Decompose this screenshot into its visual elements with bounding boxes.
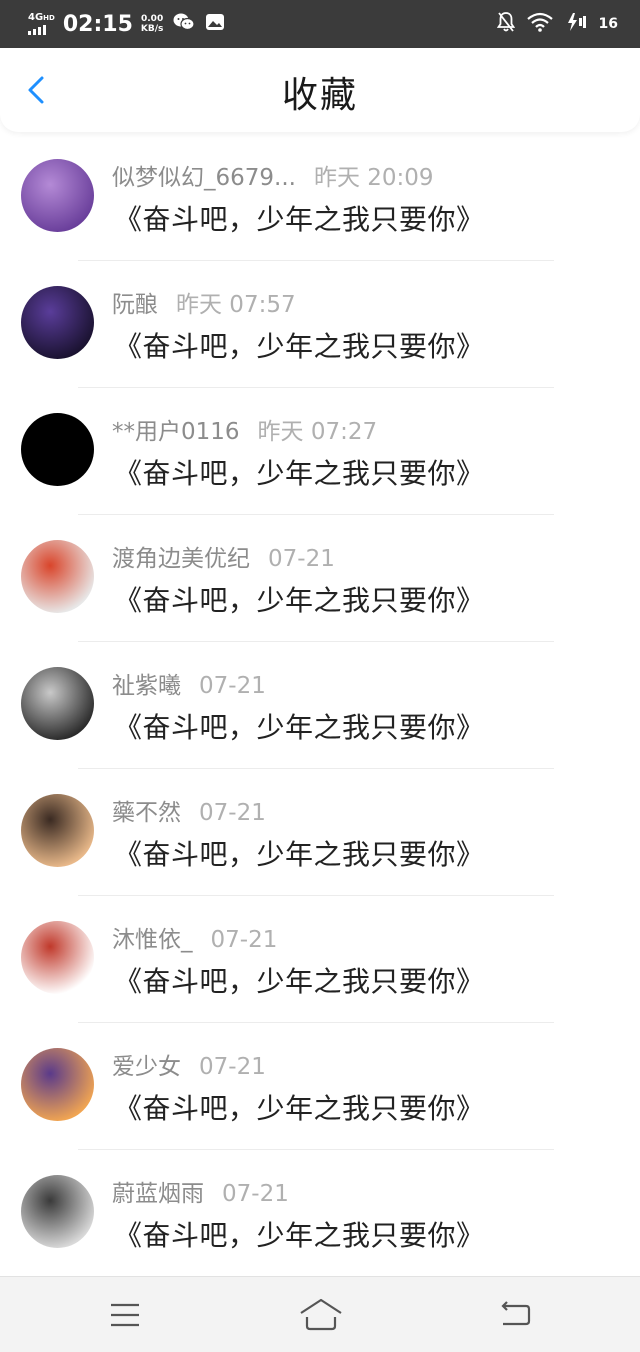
timestamp: 昨天 20:09 <box>313 165 434 191</box>
favorite-item[interactable]: 藥不然 07-21 《奋斗吧，少年之我只要你》 <box>0 769 640 896</box>
menu-icon <box>111 1303 139 1327</box>
back-icon <box>501 1301 531 1326</box>
clock: 02:15 <box>62 11 133 37</box>
page-title: 收藏 <box>281 75 358 116</box>
favorite-item[interactable]: 似梦似幻_6679... 昨天 20:09 《奋斗吧，少年之我只要你》 <box>0 134 640 261</box>
item-meta: 渡角边美优纪 07-21 <box>112 539 335 573</box>
gallery-icon <box>205 12 225 36</box>
username[interactable]: 阮酿 <box>112 292 158 318</box>
battery-level: 16 <box>598 16 618 32</box>
item-meta: 阮酿 昨天 07:57 <box>112 285 296 319</box>
avatar[interactable] <box>21 413 94 486</box>
favorite-content[interactable]: 《奋斗吧，少年之我只要你》 <box>114 833 485 873</box>
item-meta: 爱少女 07-21 <box>112 1047 266 1081</box>
signal-icon <box>28 25 46 35</box>
username[interactable]: 藥不然 <box>112 800 181 826</box>
timestamp: 07-21 <box>222 1181 289 1207</box>
favorite-item[interactable]: 渡角边美优纪 07-21 《奋斗吧，少年之我只要你》 <box>0 515 640 642</box>
username[interactable]: 似梦似幻_6679... <box>112 165 296 191</box>
favorite-content[interactable]: 《奋斗吧，少年之我只要你》 <box>114 579 485 619</box>
wifi-icon <box>526 12 553 36</box>
timestamp: 07-21 <box>199 800 266 826</box>
avatar[interactable] <box>21 540 94 613</box>
item-meta: 祉紫曦 07-21 <box>112 666 266 700</box>
avatar[interactable] <box>21 667 94 740</box>
system-nav-bar <box>0 1276 640 1352</box>
back-nav-button[interactable] <box>495 1297 535 1333</box>
favorite-item[interactable]: 爱少女 07-21 《奋斗吧，少年之我只要你》 <box>0 1023 640 1150</box>
favorite-content[interactable]: 《奋斗吧，少年之我只要你》 <box>114 198 485 238</box>
favorite-item[interactable]: 蔚蓝烟雨 07-21 《奋斗吧，少年之我只要你》 <box>0 1150 640 1277</box>
network-speed: 0.00 KB/s <box>140 14 164 34</box>
favorite-content[interactable]: 《奋斗吧，少年之我只要你》 <box>114 1214 485 1254</box>
username[interactable]: 祉紫曦 <box>112 673 181 699</box>
item-meta: **用户0116 昨天 07:27 <box>112 412 377 446</box>
signal-indicator: 4GHD <box>28 13 55 35</box>
favorite-content[interactable]: 《奋斗吧，少年之我只要你》 <box>114 1087 485 1127</box>
favorite-item[interactable]: 沐惟依_ 07-21 《奋斗吧，少年之我只要你》 <box>0 896 640 1023</box>
username[interactable]: **用户0116 <box>112 419 240 445</box>
favorite-content[interactable]: 《奋斗吧，少年之我只要你》 <box>114 960 485 1000</box>
wechat-icon <box>173 12 195 36</box>
timestamp: 昨天 07:57 <box>176 292 296 318</box>
timestamp: 07-21 <box>199 673 266 699</box>
username[interactable]: 渡角边美优纪 <box>112 546 250 572</box>
avatar[interactable] <box>21 921 94 994</box>
timestamp: 07-21 <box>210 927 278 953</box>
favorite-item[interactable]: 阮酿 昨天 07:57 《奋斗吧，少年之我只要你》 <box>0 261 640 388</box>
home-icon <box>300 1298 342 1331</box>
favorite-item[interactable]: 祉紫曦 07-21 《奋斗吧，少年之我只要你》 <box>0 642 640 769</box>
avatar[interactable] <box>21 1175 94 1248</box>
favorite-content[interactable]: 《奋斗吧，少年之我只要你》 <box>114 706 485 746</box>
status-bar: 4GHD 02:15 0.00 KB/s 16 <box>0 0 640 48</box>
notification-off-icon <box>496 11 515 37</box>
favorite-item[interactable]: **用户0116 昨天 07:27 《奋斗吧，少年之我只要你》 <box>0 388 640 515</box>
avatar[interactable] <box>21 159 94 232</box>
item-meta: 蔚蓝烟雨 07-21 <box>112 1174 289 1208</box>
username[interactable]: 蔚蓝烟雨 <box>112 1181 204 1207</box>
avatar[interactable] <box>21 794 94 867</box>
favorites-list: 似梦似幻_6679... 昨天 20:09 《奋斗吧，少年之我只要你》 阮酿 昨天 07… <box>0 134 640 1277</box>
username[interactable]: 沐惟依_ <box>112 927 193 953</box>
timestamp: 07-21 <box>199 1054 266 1080</box>
item-meta: 藥不然 07-21 <box>112 793 266 827</box>
favorite-content[interactable]: 《奋斗吧，少年之我只要你》 <box>114 325 485 365</box>
charging-icon <box>565 12 587 36</box>
avatar[interactable] <box>21 286 94 359</box>
timestamp: 昨天 07:27 <box>257 419 378 445</box>
menu-button[interactable] <box>105 1297 145 1333</box>
timestamp: 07-21 <box>268 546 335 572</box>
avatar[interactable] <box>21 1048 94 1121</box>
item-meta: 似梦似幻_6679... 昨天 20:09 <box>112 158 434 192</box>
item-meta: 沐惟依_ 07-21 <box>112 920 277 954</box>
page-header: 收藏 <box>0 48 640 132</box>
favorite-content[interactable]: 《奋斗吧，少年之我只要你》 <box>114 452 485 492</box>
username[interactable]: 爱少女 <box>112 1054 181 1080</box>
home-button[interactable] <box>298 1297 344 1333</box>
